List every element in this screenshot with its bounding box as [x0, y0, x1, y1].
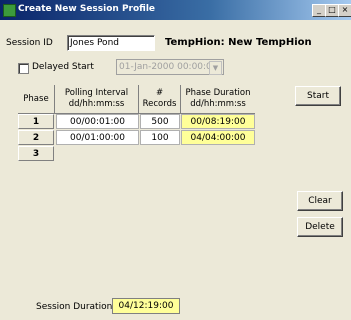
cell-duration-2: 04/04:00:00	[181, 130, 255, 145]
session-duration-label: Session Duration	[36, 302, 113, 312]
row-header-phase-3[interactable]: 3	[18, 146, 54, 161]
cell-interval-1[interactable]: 00/00:01:00	[56, 114, 139, 129]
delayed-start-checkbox[interactable]	[18, 63, 29, 74]
cell-records-1[interactable]: 500	[140, 114, 180, 129]
header-phase-duration: Phase Duration dd/hh:mm:ss	[181, 85, 255, 114]
title-bar: Create New Session Profile _ □ ×	[0, 0, 351, 20]
cell-records-2[interactable]: 100	[140, 130, 180, 145]
session-id-input[interactable]: Jones Pond	[67, 35, 155, 51]
chevron-down-icon[interactable]: ▼	[209, 61, 222, 75]
close-button[interactable]: ×	[338, 4, 351, 17]
device-label: TempHion: New TempHion	[165, 37, 312, 48]
delayed-start-date-dropdown[interactable]: 01-Jan-2000 00:00:00 ▼	[116, 59, 224, 75]
header-records: # Records	[139, 85, 181, 114]
header-phase: Phase	[18, 85, 55, 114]
window-title: Create New Session Profile	[18, 4, 156, 14]
phase-table: Phase Polling Interval dd/hh:mm:ss # Rec…	[18, 85, 278, 166]
cell-interval-2[interactable]: 00/01:00:00	[56, 130, 139, 145]
session-duration-value: 04/12:19:00	[112, 298, 180, 314]
row-header-phase-2[interactable]: 2	[18, 130, 54, 145]
delayed-start-date-value: 01-Jan-2000 00:00:00	[119, 62, 218, 72]
start-button[interactable]: Start	[295, 86, 341, 106]
app-icon	[3, 4, 16, 17]
header-polling-interval: Polling Interval dd/hh:mm:ss	[55, 85, 139, 114]
create-session-window: Create New Session Profile _ □ × Session…	[0, 0, 351, 320]
delayed-start-label: Delayed Start	[32, 62, 94, 72]
clear-button[interactable]: Clear	[297, 191, 343, 211]
session-id-label: Session ID	[6, 38, 53, 48]
minimize-button[interactable]: _	[312, 4, 326, 17]
maximize-button[interactable]: □	[325, 4, 339, 17]
row-header-phase-1[interactable]: 1	[18, 114, 54, 129]
cell-duration-1: 00/08:19:00	[181, 114, 255, 129]
delete-button[interactable]: Delete	[297, 217, 343, 237]
